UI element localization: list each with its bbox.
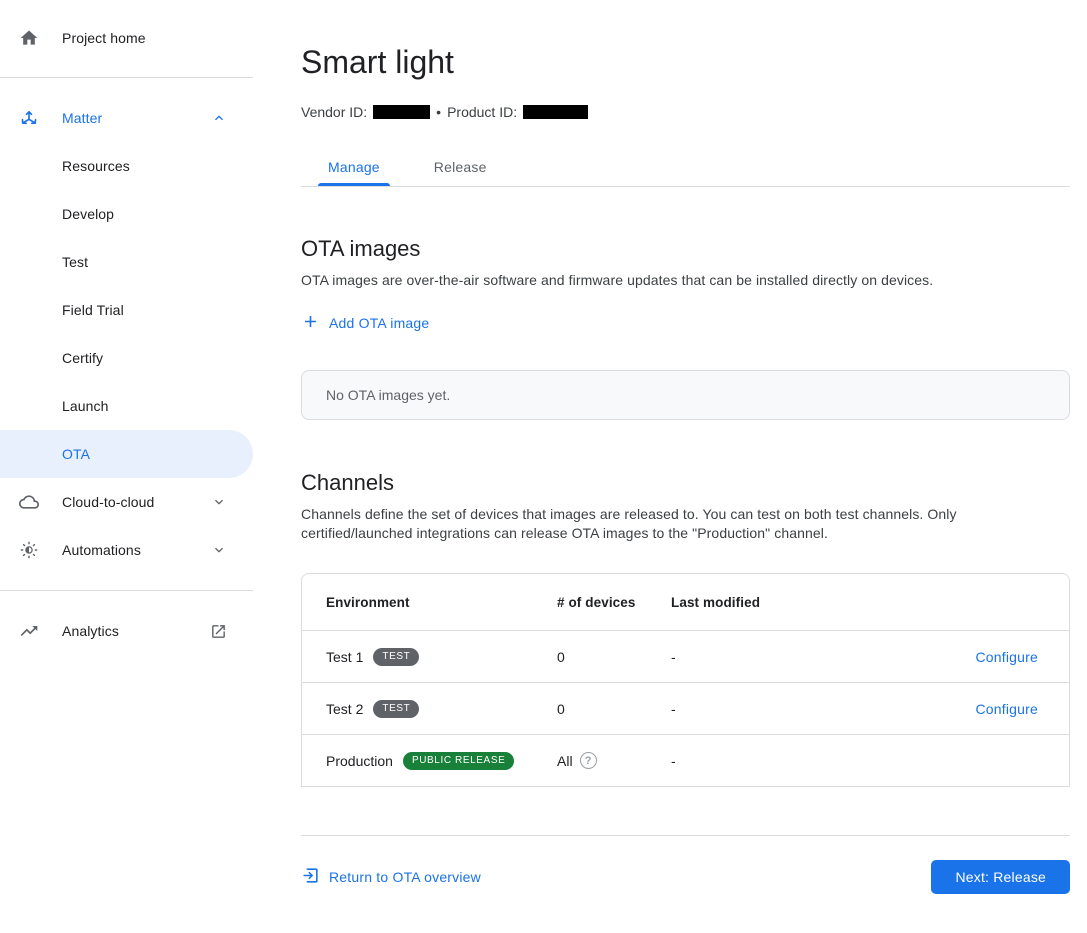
product-meta: Vendor ID: • Product ID: xyxy=(301,104,1070,120)
next-release-button[interactable]: Next: Release xyxy=(931,860,1070,894)
sidebar-item-cloud-to-cloud[interactable]: Cloud-to-cloud xyxy=(0,478,253,526)
ota-empty-message: No OTA images yet. xyxy=(326,387,450,403)
column-header-last-modified: Last modified xyxy=(671,574,861,630)
ota-images-heading: OTA images xyxy=(301,236,1070,262)
vendor-id-redacted xyxy=(373,105,430,119)
status-badge: TEST xyxy=(373,648,419,666)
add-ota-image-button[interactable]: Add OTA image xyxy=(301,312,429,334)
channels-description: Channels define the set of devices that … xyxy=(301,505,1046,543)
sidebar-divider xyxy=(0,77,253,78)
tab-bar: Manage Release xyxy=(301,159,1070,187)
help-icon[interactable]: ? xyxy=(580,752,597,769)
sidebar-item-label: Resources xyxy=(62,158,130,174)
sidebar-item-matter[interactable]: Matter xyxy=(0,94,253,142)
sidebar-item-label: Automations xyxy=(62,542,211,558)
environment-name: Production xyxy=(326,753,393,769)
configure-link[interactable]: Configure xyxy=(975,701,1038,717)
column-header-actions xyxy=(861,574,1069,630)
ota-images-section: OTA images OTA images are over-the-air s… xyxy=(301,236,1070,420)
automations-icon xyxy=(19,540,39,560)
dot-separator: • xyxy=(436,104,441,120)
sidebar-item-label: Matter xyxy=(62,110,211,126)
configure-link[interactable]: Configure xyxy=(975,649,1038,665)
cloud-icon xyxy=(19,492,39,512)
tab-label: Manage xyxy=(328,159,380,175)
sidebar-divider xyxy=(0,590,253,591)
plus-icon xyxy=(301,312,320,334)
vendor-id-label: Vendor ID: xyxy=(301,104,367,120)
channels-table: Environment # of devices Last modified T… xyxy=(301,573,1070,787)
sidebar-item-label: Test xyxy=(62,254,88,270)
product-id-redacted xyxy=(523,105,588,119)
exit-to-app-icon xyxy=(301,866,320,888)
sidebar-item-certify[interactable]: Certify xyxy=(0,334,253,382)
sidebar-item-label: Field Trial xyxy=(62,302,124,318)
environment-name: Test 1 xyxy=(326,649,363,665)
open-in-new-icon xyxy=(210,623,227,640)
sidebar-item-analytics[interactable]: Analytics xyxy=(0,607,253,655)
footer-actions: Return to OTA overview Next: Release xyxy=(301,860,1070,894)
chevron-down-icon xyxy=(211,494,227,510)
device-count: 0 xyxy=(557,682,671,734)
sidebar-item-field-trial[interactable]: Field Trial xyxy=(0,286,253,334)
device-count: 0 xyxy=(557,630,671,682)
sidebar-item-label: Launch xyxy=(62,398,109,414)
home-icon xyxy=(19,28,39,48)
table-row: Test 2 TEST 0 - Configure xyxy=(302,682,1069,734)
trending-up-icon xyxy=(19,621,39,641)
sidebar-item-label: Certify xyxy=(62,350,103,366)
channels-section: Channels Channels define the set of devi… xyxy=(301,470,1070,787)
environment-name: Test 2 xyxy=(326,701,363,717)
sidebar-item-label: Project home xyxy=(62,30,253,46)
status-badge: TEST xyxy=(373,700,419,718)
ota-images-description: OTA images are over-the-air software and… xyxy=(301,271,1046,290)
sidebar-item-resources[interactable]: Resources xyxy=(0,142,253,190)
last-modified: - xyxy=(671,630,861,682)
device-count: All xyxy=(557,753,573,769)
sidebar: Project home Matter Resources Develop Te… xyxy=(0,0,253,933)
footer-divider xyxy=(301,835,1070,836)
sidebar-item-launch[interactable]: Launch xyxy=(0,382,253,430)
product-id-label: Product ID: xyxy=(447,104,517,120)
table-row: Production PUBLIC RELEASE All ? - xyxy=(302,734,1069,786)
tab-label: Release xyxy=(434,159,487,175)
sidebar-item-ota[interactable]: OTA xyxy=(0,430,253,478)
sidebar-item-label: Develop xyxy=(62,206,114,222)
column-header-devices: # of devices xyxy=(557,574,671,630)
column-header-environment: Environment xyxy=(302,574,557,630)
channels-heading: Channels xyxy=(301,470,1070,496)
add-ota-image-label: Add OTA image xyxy=(329,315,429,331)
chevron-down-icon xyxy=(211,542,227,558)
sidebar-item-develop[interactable]: Develop xyxy=(0,190,253,238)
table-row: Test 1 TEST 0 - Configure xyxy=(302,630,1069,682)
page-title: Smart light xyxy=(301,44,1070,81)
last-modified: - xyxy=(671,734,861,786)
tab-release[interactable]: Release xyxy=(424,159,497,186)
table-header-row: Environment # of devices Last modified xyxy=(302,574,1069,630)
sidebar-item-label: Analytics xyxy=(62,623,210,639)
sidebar-item-label: Cloud-to-cloud xyxy=(62,494,211,510)
sidebar-item-project-home[interactable]: Project home xyxy=(0,15,253,61)
ota-empty-state: No OTA images yet. xyxy=(301,370,1070,420)
return-link-label: Return to OTA overview xyxy=(329,869,481,885)
matter-icon xyxy=(19,108,39,128)
status-badge: PUBLIC RELEASE xyxy=(403,752,514,770)
sidebar-item-automations[interactable]: Automations xyxy=(0,526,253,574)
last-modified: - xyxy=(671,682,861,734)
tab-manage[interactable]: Manage xyxy=(318,159,390,186)
main-content: Smart light Vendor ID: • Product ID: Man… xyxy=(253,0,1087,933)
chevron-up-icon xyxy=(211,110,227,126)
return-to-ota-overview-link[interactable]: Return to OTA overview xyxy=(301,866,481,888)
sidebar-item-test[interactable]: Test xyxy=(0,238,253,286)
sidebar-item-label: OTA xyxy=(62,446,90,462)
